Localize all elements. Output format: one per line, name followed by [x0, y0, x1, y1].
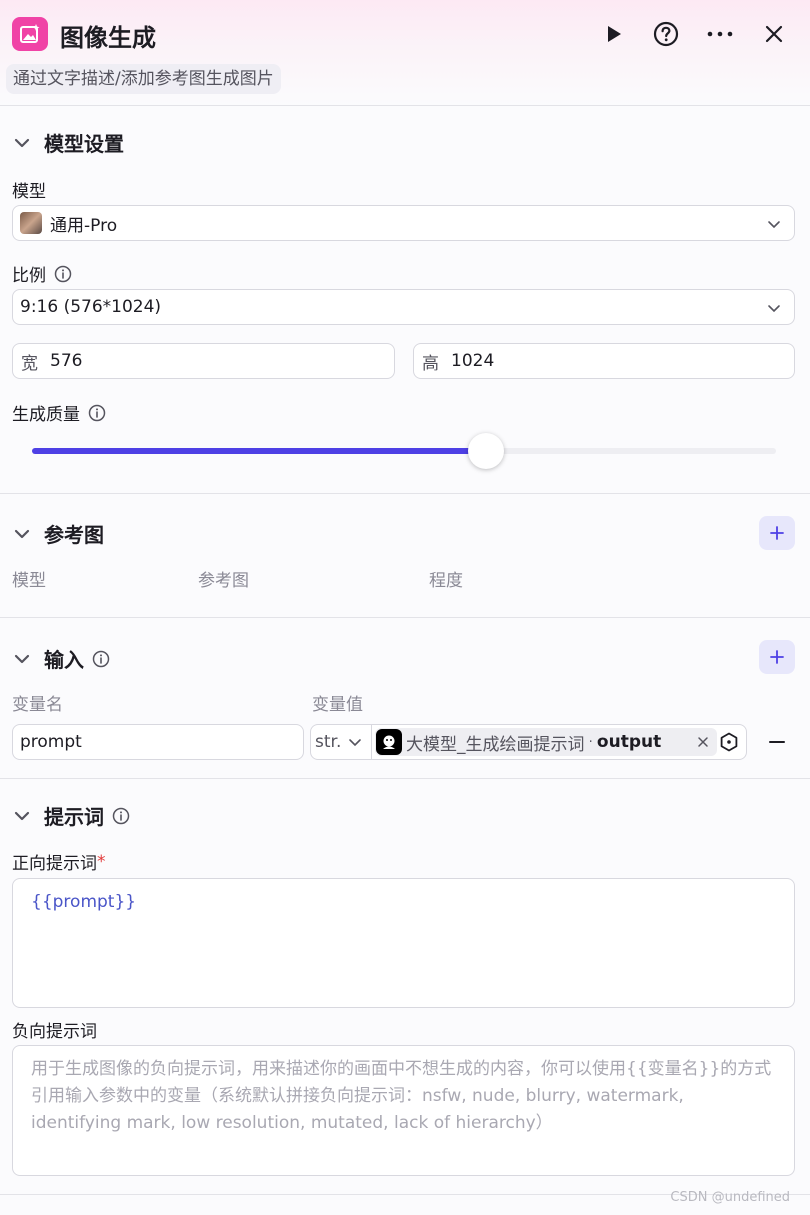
inputs-col-name: 变量名: [12, 695, 63, 715]
play-icon: [608, 26, 621, 42]
ratio-label-row: 比例: [12, 261, 72, 286]
section-title: 输入: [44, 648, 84, 672]
reference-col-model: 模型: [12, 571, 46, 591]
quality-label: 生成质量: [12, 405, 80, 425]
reference-separator: ·: [584, 734, 597, 750]
node-header: 图像生成 通过文字描述/添加参考图生成图片: [0, 0, 810, 106]
more-options-button[interactable]: [704, 18, 736, 50]
watermark: CSDN @undefined: [670, 1190, 790, 1205]
section-title: 参考图: [44, 523, 104, 547]
chevron-down-icon: [768, 305, 780, 313]
section-title: 提示词: [44, 805, 104, 829]
quality-slider-fill: [32, 448, 486, 454]
negative-prompt-textarea[interactable]: 用于生成图像的负向提示词，用来描述你的画面中不想生成的内容，你可以使用{{变量名…: [12, 1045, 795, 1176]
negative-prompt-placeholder: 用于生成图像的负向提示词，用来描述你的画面中不想生成的内容，你可以使用{{变量名…: [31, 1059, 772, 1133]
node-title: 图像生成: [60, 24, 156, 52]
section-title: 模型设置: [44, 132, 124, 156]
add-reference-button[interactable]: [759, 516, 795, 550]
model-label: 模型: [12, 182, 46, 202]
quality-slider[interactable]: [32, 433, 776, 469]
ratio-value: 9:16 (576*1024): [20, 297, 162, 317]
section-prompt-header[interactable]: 提示词: [12, 801, 130, 830]
inputs-col-value: 变量值: [312, 695, 363, 715]
quality-slider-thumb[interactable]: [467, 433, 504, 469]
more-icon: [707, 31, 733, 37]
close-button[interactable]: [758, 18, 790, 50]
variable-name-input[interactable]: prompt: [12, 724, 304, 760]
model-avatar: [20, 212, 42, 234]
variable-name-value: prompt: [20, 732, 82, 752]
info-icon[interactable]: [112, 807, 130, 825]
minus-icon: [769, 741, 785, 743]
section-inputs-header[interactable]: 输入: [12, 644, 110, 673]
width-prefix: 宽: [21, 353, 38, 374]
reference-field-name: output: [596, 732, 662, 752]
clear-icon[interactable]: [697, 736, 709, 748]
positive-prompt-value: {{prompt}}: [31, 892, 137, 912]
width-value: 576: [50, 351, 83, 371]
node-description: 通过文字描述/添加参考图生成图片: [6, 64, 281, 94]
chevron-down-icon: [14, 654, 30, 663]
section-model-settings-header[interactable]: 模型设置: [12, 128, 124, 157]
divider: [0, 493, 810, 494]
quality-label-row: 生成质量: [12, 400, 106, 425]
section-reference-header[interactable]: 参考图: [12, 519, 104, 548]
model-value: 通用-Pro: [50, 215, 118, 236]
variable-value-field: str. 大模型_生成绘画提示词 · output: [310, 724, 747, 760]
positive-prompt-label-row: 正向提示词 *: [12, 849, 106, 875]
model-select[interactable]: 通用-Pro: [12, 205, 795, 241]
image-generation-icon: [12, 17, 48, 51]
variable-picker-icon[interactable]: [719, 732, 739, 752]
height-prefix: 高: [422, 353, 439, 374]
ratio-select[interactable]: 9:16 (576*1024): [12, 289, 795, 325]
llm-node-icon: [376, 729, 402, 755]
plus-icon: [770, 650, 784, 664]
info-icon[interactable]: [88, 404, 106, 422]
reference-col-image: 参考图: [198, 571, 249, 591]
variable-type: str.: [315, 732, 342, 752]
chevron-down-icon: [768, 221, 780, 229]
reference-col-degree: 程度: [429, 571, 463, 591]
divider: [0, 617, 810, 618]
remove-input-button[interactable]: [768, 731, 786, 753]
variable-reference-tag[interactable]: 大模型_生成绘画提示词 · output: [375, 728, 717, 756]
plus-icon: [770, 526, 784, 540]
negative-prompt-label: 负向提示词: [12, 1022, 97, 1042]
run-button[interactable]: [597, 18, 629, 50]
info-icon[interactable]: [54, 265, 72, 283]
chevron-down-icon: [14, 529, 30, 538]
add-input-button[interactable]: [759, 640, 795, 674]
width-input[interactable]: 宽 576: [12, 343, 395, 379]
chevron-down-icon: [349, 739, 362, 747]
chevron-down-icon: [14, 138, 30, 147]
positive-prompt-label: 正向提示词: [12, 854, 97, 874]
info-icon[interactable]: [92, 650, 110, 668]
positive-prompt-textarea[interactable]: {{prompt}}: [12, 878, 795, 1008]
variable-type-select[interactable]: str.: [311, 725, 372, 759]
ratio-label: 比例: [12, 266, 46, 286]
help-button[interactable]: [650, 18, 682, 50]
close-icon: [765, 25, 783, 43]
height-value: 1024: [451, 351, 495, 371]
help-icon: [653, 21, 679, 47]
chevron-down-icon: [14, 811, 30, 820]
height-input[interactable]: 高 1024: [413, 343, 795, 379]
reference-node-name: 大模型_生成绘画提示词: [406, 734, 585, 755]
divider: [0, 778, 810, 779]
required-mark: *: [97, 851, 106, 872]
